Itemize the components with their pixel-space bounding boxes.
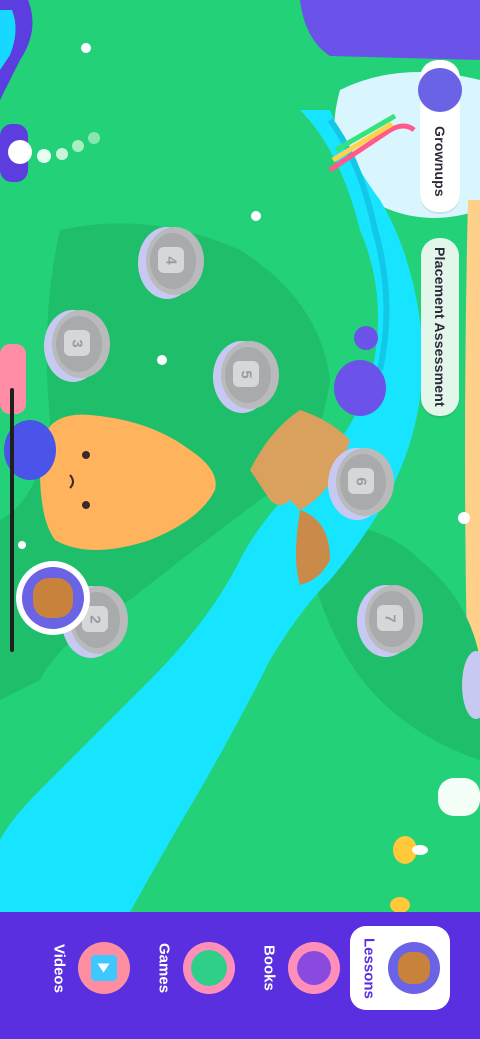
map-scroll-indicator[interactable]	[10, 388, 14, 652]
nav-tab-games[interactable]: Games	[145, 926, 245, 1010]
nav-tab-label: Videos	[50, 943, 68, 993]
level-number: 5	[237, 369, 255, 379]
level-number: 4	[162, 255, 180, 265]
grownups-button[interactable]: Grownups	[418, 60, 462, 212]
current-lesson-avatar[interactable]	[16, 561, 90, 635]
level-number: 2	[86, 614, 104, 624]
placement-assessment-label: Placement Assessment	[432, 247, 448, 407]
map-background	[0, 0, 480, 912]
level-node-3[interactable]: 3	[44, 310, 110, 382]
nav-tab-lessons[interactable]: Lessons	[350, 926, 450, 1010]
nav-tab-label: Lessons	[360, 937, 378, 999]
grownups-label: Grownups	[432, 126, 448, 197]
level-node-6[interactable]: 6	[328, 448, 394, 520]
bottom-navigation: Lessons Books Games Videos	[0, 912, 480, 1039]
lesson-map: 2 3 4 5 6 7 Grownups Placement Assessmen…	[0, 0, 480, 912]
nav-tab-label: Games	[155, 942, 173, 994]
owl-mascot-icon	[22, 567, 84, 629]
placement-assessment-button[interactable]: Placement Assessment	[421, 238, 459, 416]
nav-tab-books[interactable]: Books	[250, 926, 350, 1010]
level-node-4[interactable]: 4	[138, 227, 204, 299]
owl-mascot-icon	[387, 942, 440, 994]
video-play-icon	[77, 942, 130, 994]
level-number: 6	[352, 476, 370, 486]
nav-tab-label: Books	[260, 945, 278, 991]
cat-reader-icon	[287, 942, 340, 994]
level-number: 7	[381, 613, 399, 623]
nav-tab-videos[interactable]: Videos	[40, 926, 140, 1010]
level-node-7[interactable]: 7	[357, 585, 423, 657]
grownups-avatar-icon	[418, 68, 462, 112]
green-monster-icon	[182, 942, 235, 994]
level-number: 3	[68, 338, 86, 348]
level-node-5[interactable]: 5	[213, 341, 279, 413]
